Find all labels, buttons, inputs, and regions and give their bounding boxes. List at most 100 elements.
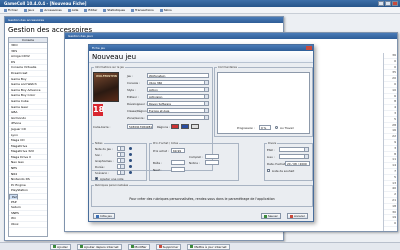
custom-fields-group: Rubriques personnalisées — [91, 184, 313, 207]
save-button[interactable]: Sauver — [261, 213, 281, 219]
chevron-down-icon — [204, 109, 208, 112]
menu-item-statistiques[interactable]: Statistiques — [103, 8, 125, 12]
menubar: Fichier Jeux Accessoires Aide Editer Sta… — [0, 7, 400, 14]
barcode-input[interactable]: 5030917084981 — [127, 124, 153, 129]
cancel-button[interactable]: Annuler — [287, 213, 308, 219]
games-count-column: 36 0 0 35 20 0 10 6 8 4 3 5 28 16 22 9 3 8 11 14 7 5 13 40 2 21 18… — [383, 53, 397, 231]
edit-icon — [84, 8, 88, 12]
note-scenario-select[interactable] — [117, 170, 125, 175]
delete-icon — [158, 245, 162, 248]
money-icon — [131, 8, 134, 12]
cancel-icon — [290, 214, 293, 218]
games-count-cell: 0 — [384, 221, 397, 227]
purchase-price-input[interactable]: 69,99 — [171, 148, 185, 153]
zone-select[interactable] — [147, 115, 209, 120]
chevron-down-icon — [120, 147, 124, 150]
flag-icon[interactable] — [191, 124, 199, 129]
refresh-icon — [190, 245, 194, 248]
menu-item-jeux[interactable]: Jeux — [23, 8, 34, 12]
game-sheet-dialog: Fiche jeu Nouveau jeu Informations sur l… — [88, 44, 314, 222]
game-cover-image[interactable]: WOLFENSTEIN — [93, 72, 119, 102]
star-icon — [129, 171, 132, 174]
console-select[interactable]: Xbox 360 — [147, 80, 209, 85]
add-note-checkbox[interactable] — [95, 177, 98, 180]
minimize-button[interactable] — [378, 1, 384, 6]
state-select[interactable] — [279, 147, 309, 152]
app-titlebar: GameColl 10.4.0.4 - [Nouveau Fiche] — [0, 0, 400, 7]
edit-button[interactable]: Modifier — [127, 243, 150, 250]
note-graphismes-select[interactable] — [117, 158, 125, 163]
chevron-down-icon — [204, 95, 208, 98]
games-window-titlebar: Gestion des jeux — [65, 33, 397, 39]
note-duree-select[interactable] — [117, 164, 125, 169]
menu-item-editer[interactable]: Editer — [84, 8, 97, 12]
chevron-down-icon — [304, 155, 308, 158]
purchase-date-input[interactable]: 20 / 08 / 2009 — [285, 161, 310, 166]
dialog-header: Nouveau jeu — [89, 51, 313, 63]
console-list[interactable]: Console 3DO 3DS Amiga CD32 DS Console Virtue… — [8, 37, 48, 237]
manual-price-input[interactable] — [205, 160, 219, 165]
menu-item-skins[interactable]: Skins — [159, 8, 172, 12]
note-son-select[interactable] — [117, 152, 125, 157]
box-price-input[interactable] — [171, 160, 185, 165]
stats-icon — [103, 8, 107, 12]
add-button[interactable]: Ajouter — [50, 243, 71, 250]
dialog-heading: Nouveau jeu — [92, 53, 137, 61]
chevron-down-icon — [120, 171, 124, 174]
chevron-down-icon — [304, 148, 308, 151]
maximize-button[interactable] — [385, 1, 391, 6]
pegi-rating-icon: 18 — [93, 104, 105, 116]
menu-item-fichier[interactable]: Fichier — [4, 8, 18, 12]
custom-fields-hint: Pour créer des rubriques personnalisées,… — [129, 197, 275, 201]
editor-select[interactable]: Activision — [147, 94, 209, 99]
game-info-button[interactable]: Infos jeu — [93, 213, 115, 219]
region-flags — [171, 124, 199, 129]
skin-icon — [159, 8, 163, 12]
globe-icon — [79, 245, 83, 248]
console-list-item[interactable]: Ps2 — [9, 194, 18, 200]
add-icon — [53, 245, 56, 248]
accessory-icon — [40, 8, 44, 12]
region-select[interactable]: Europe et Asie — [147, 108, 209, 113]
chevron-down-icon — [120, 159, 124, 162]
au-travail-radio[interactable] — [275, 126, 278, 129]
chevron-down-icon — [204, 116, 208, 119]
game-name-input[interactable]: Wolfenstein — [147, 73, 209, 78]
save-icon — [264, 214, 267, 218]
delete-button[interactable]: Supprimer — [155, 243, 182, 250]
info-icon — [96, 214, 99, 218]
progression-input[interactable]: 0 % — [259, 125, 271, 130]
dialog-close-button[interactable] — [306, 46, 312, 50]
add-from-internet-button[interactable]: Ajouter depuis internet — [76, 243, 122, 250]
gamepad-icon — [23, 8, 27, 12]
developer-select[interactable]: Raven Software — [147, 101, 209, 106]
menu-item-aide[interactable]: Aide — [67, 8, 78, 12]
star-icon — [129, 159, 132, 162]
flag-icon[interactable] — [181, 124, 189, 129]
star-icon — [129, 147, 132, 150]
help-icon — [67, 8, 71, 12]
note-jeu-select[interactable] — [117, 146, 125, 151]
menu-item-accessoires[interactable]: Accessoires — [40, 8, 62, 12]
update-internet-button[interactable]: Mettre à jour internet — [187, 243, 230, 250]
file-icon — [4, 8, 7, 12]
chevron-down-icon — [120, 165, 124, 168]
star-icon — [129, 153, 132, 156]
chevron-down-icon — [120, 153, 124, 156]
new-price-input[interactable] — [171, 167, 185, 172]
star-icon — [129, 165, 132, 168]
chevron-down-icon — [204, 88, 208, 91]
edit-icon — [130, 245, 134, 248]
wishlist-checkbox[interactable] — [267, 169, 270, 172]
chevron-down-icon — [204, 81, 208, 84]
style-select[interactable]: Action — [147, 87, 209, 92]
console-list-item[interactable]: Xbox — [9, 222, 47, 228]
app-title: GameColl 10.4.0.4 - [Nouveau Fiche] — [4, 1, 87, 6]
location-select[interactable] — [279, 154, 309, 159]
complete-price-input[interactable] — [205, 154, 219, 159]
flag-icon[interactable] — [171, 124, 179, 129]
window-controls — [378, 1, 398, 6]
chevron-down-icon — [204, 102, 208, 105]
menu-item-transactions[interactable]: Transactions — [131, 8, 154, 12]
close-button[interactable] — [392, 1, 398, 6]
